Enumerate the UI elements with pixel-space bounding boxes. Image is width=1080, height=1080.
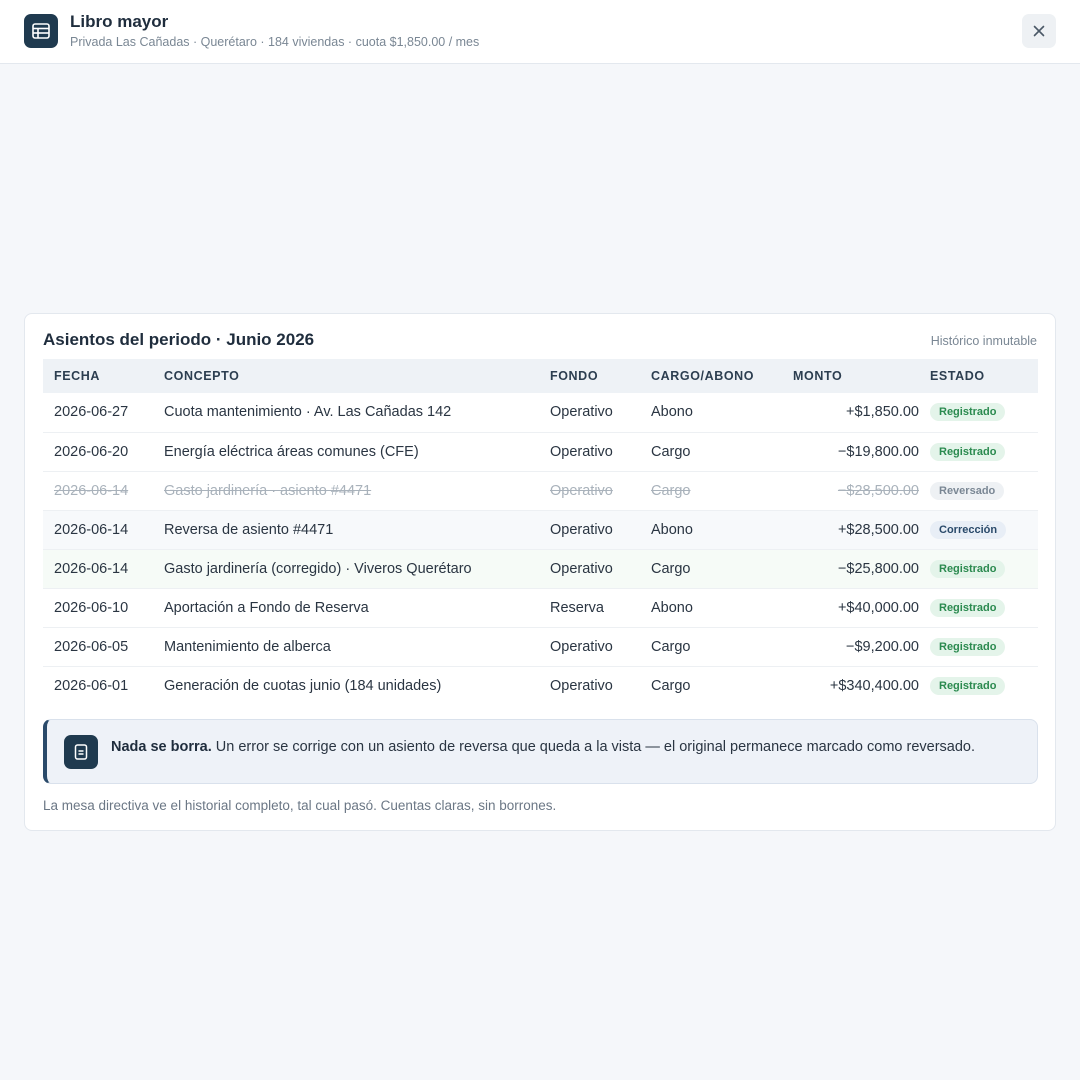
cell-fondo: Operativo — [550, 404, 613, 421]
cell-tipo: Cargo — [651, 482, 691, 499]
notice-text: Nada se borra. Un error se corrige con u… — [111, 737, 1023, 757]
cell-monto: −$25,800.00 — [837, 560, 919, 577]
notice-strong: Nada se borra. — [111, 739, 212, 755]
table-row[interactable]: 2026-06-20 Energía eléctrica áreas comun… — [43, 432, 1038, 471]
table-row[interactable]: 2026-06-27 Cuota mantenimiento · Av. Las… — [43, 393, 1038, 432]
cell-tipo: Abono — [651, 521, 693, 538]
column-header-monto: MONTO — [793, 369, 843, 383]
cell-fecha: 2026-06-10 — [54, 599, 129, 616]
table-row[interactable]: 2026-06-14 Gasto jardinería · asiento #4… — [43, 471, 1038, 510]
page-title: Libro mayor — [70, 12, 169, 31]
ledger-table: FECHA CONCEPTO FONDO CARGO/ABONO MONTO E… — [43, 359, 1038, 705]
column-header-fondo: FONDO — [550, 369, 599, 383]
cell-fecha: 2026-06-01 — [54, 677, 129, 694]
cell-monto: +$340,400.00 — [829, 677, 919, 694]
ledger-card: Asientos del periodo · Junio 2026 Histór… — [24, 313, 1056, 831]
column-header-estado: ESTADO — [930, 369, 985, 383]
cell-fecha: 2026-06-20 — [54, 443, 129, 460]
cell-fecha: 2026-06-14 — [54, 521, 129, 538]
table-row[interactable]: 2026-06-14 Gasto jardinería (corregido) … — [43, 549, 1038, 588]
close-icon — [1033, 25, 1045, 37]
cell-fondo: Operativo — [550, 482, 613, 499]
footnote: La mesa directiva ve el historial comple… — [43, 798, 557, 813]
cell-tipo: Abono — [651, 404, 693, 421]
close-button[interactable] — [1022, 14, 1056, 48]
cell-concepto: Gasto jardinería · asiento #4471 — [164, 482, 372, 499]
table-row[interactable]: 2026-06-01 Generación de cuotas junio (1… — [43, 666, 1038, 705]
immutability-notice: Nada se borra. Un error se corrige con u… — [43, 719, 1038, 784]
cell-fondo: Operativo — [550, 638, 613, 655]
cell-monto: −$9,200.00 — [846, 638, 919, 655]
notice-body: Un error se corrige con un asiento de re… — [211, 739, 976, 755]
status-badge: Registrado — [930, 598, 1006, 617]
cell-fecha: 2026-06-05 — [54, 638, 129, 655]
cell-fondo: Operativo — [550, 560, 613, 577]
status-badge: Reversado — [930, 481, 1005, 500]
top-bar: Libro mayor Privada Las Cañadas · Querét… — [0, 0, 1080, 64]
cell-concepto: Generación de cuotas junio (184 unidades… — [164, 677, 442, 694]
cell-fecha: 2026-06-14 — [54, 560, 129, 577]
cell-tipo: Cargo — [651, 443, 691, 460]
cell-tipo: Cargo — [651, 560, 691, 577]
cell-concepto: Aportación a Fondo de Reserva — [164, 599, 369, 616]
cell-fondo: Operativo — [550, 443, 613, 460]
cell-concepto: Reversa de asiento #4471 — [164, 521, 334, 538]
cell-concepto: Gasto jardinería (corregido) · Viveros Q… — [164, 560, 472, 577]
cell-monto: −$19,800.00 — [837, 443, 919, 460]
cell-monto: +$40,000.00 — [837, 599, 919, 616]
status-badge: Registrado — [930, 403, 1006, 422]
cell-tipo: Cargo — [651, 638, 691, 655]
table-row[interactable]: 2026-06-05 Mantenimiento de alberca Oper… — [43, 627, 1038, 666]
table-row[interactable]: 2026-06-14 Reversa de asiento #4471 Oper… — [43, 510, 1038, 549]
table-header-row: FECHA CONCEPTO FONDO CARGO/ABONO MONTO E… — [43, 359, 1038, 393]
cell-concepto: Mantenimiento de alberca — [164, 638, 331, 655]
table-row[interactable]: 2026-06-10 Aportación a Fondo de Reserva… — [43, 588, 1038, 627]
column-header-concepto: CONCEPTO — [164, 369, 240, 383]
status-badge: Registrado — [930, 442, 1006, 461]
table-icon — [24, 14, 58, 48]
document-icon — [64, 735, 98, 769]
page-subtitle: Privada Las Cañadas · Querétaro · 184 vi… — [70, 35, 480, 49]
cell-tipo: Abono — [651, 599, 693, 616]
status-badge: Registrado — [930, 559, 1006, 578]
cell-concepto: Energía eléctrica áreas comunes (CFE) — [164, 443, 419, 460]
status-badge: Registrado — [930, 637, 1006, 656]
column-header-cargo-abono: CARGO/ABONO — [651, 369, 755, 383]
cell-monto: +$28,500.00 — [837, 521, 919, 538]
status-badge: Corrección — [930, 520, 1007, 539]
cell-fecha: 2026-06-14 — [54, 482, 129, 499]
cell-monto: −$28,500.00 — [837, 482, 919, 499]
cell-concepto: Cuota mantenimiento · Av. Las Cañadas 14… — [164, 404, 452, 421]
cell-fondo: Operativo — [550, 677, 613, 694]
cell-monto: +$1,850.00 — [846, 404, 919, 421]
column-header-fecha: FECHA — [54, 369, 101, 383]
cell-fecha: 2026-06-27 — [54, 404, 129, 421]
status-badge: Registrado — [930, 676, 1006, 695]
cell-fondo: Operativo — [550, 521, 613, 538]
cell-tipo: Cargo — [651, 677, 691, 694]
cell-fondo: Reserva — [550, 599, 604, 616]
card-title: Asientos del periodo · Junio 2026 — [43, 330, 315, 349]
immutable-tag: Histórico inmutable — [930, 334, 1037, 348]
